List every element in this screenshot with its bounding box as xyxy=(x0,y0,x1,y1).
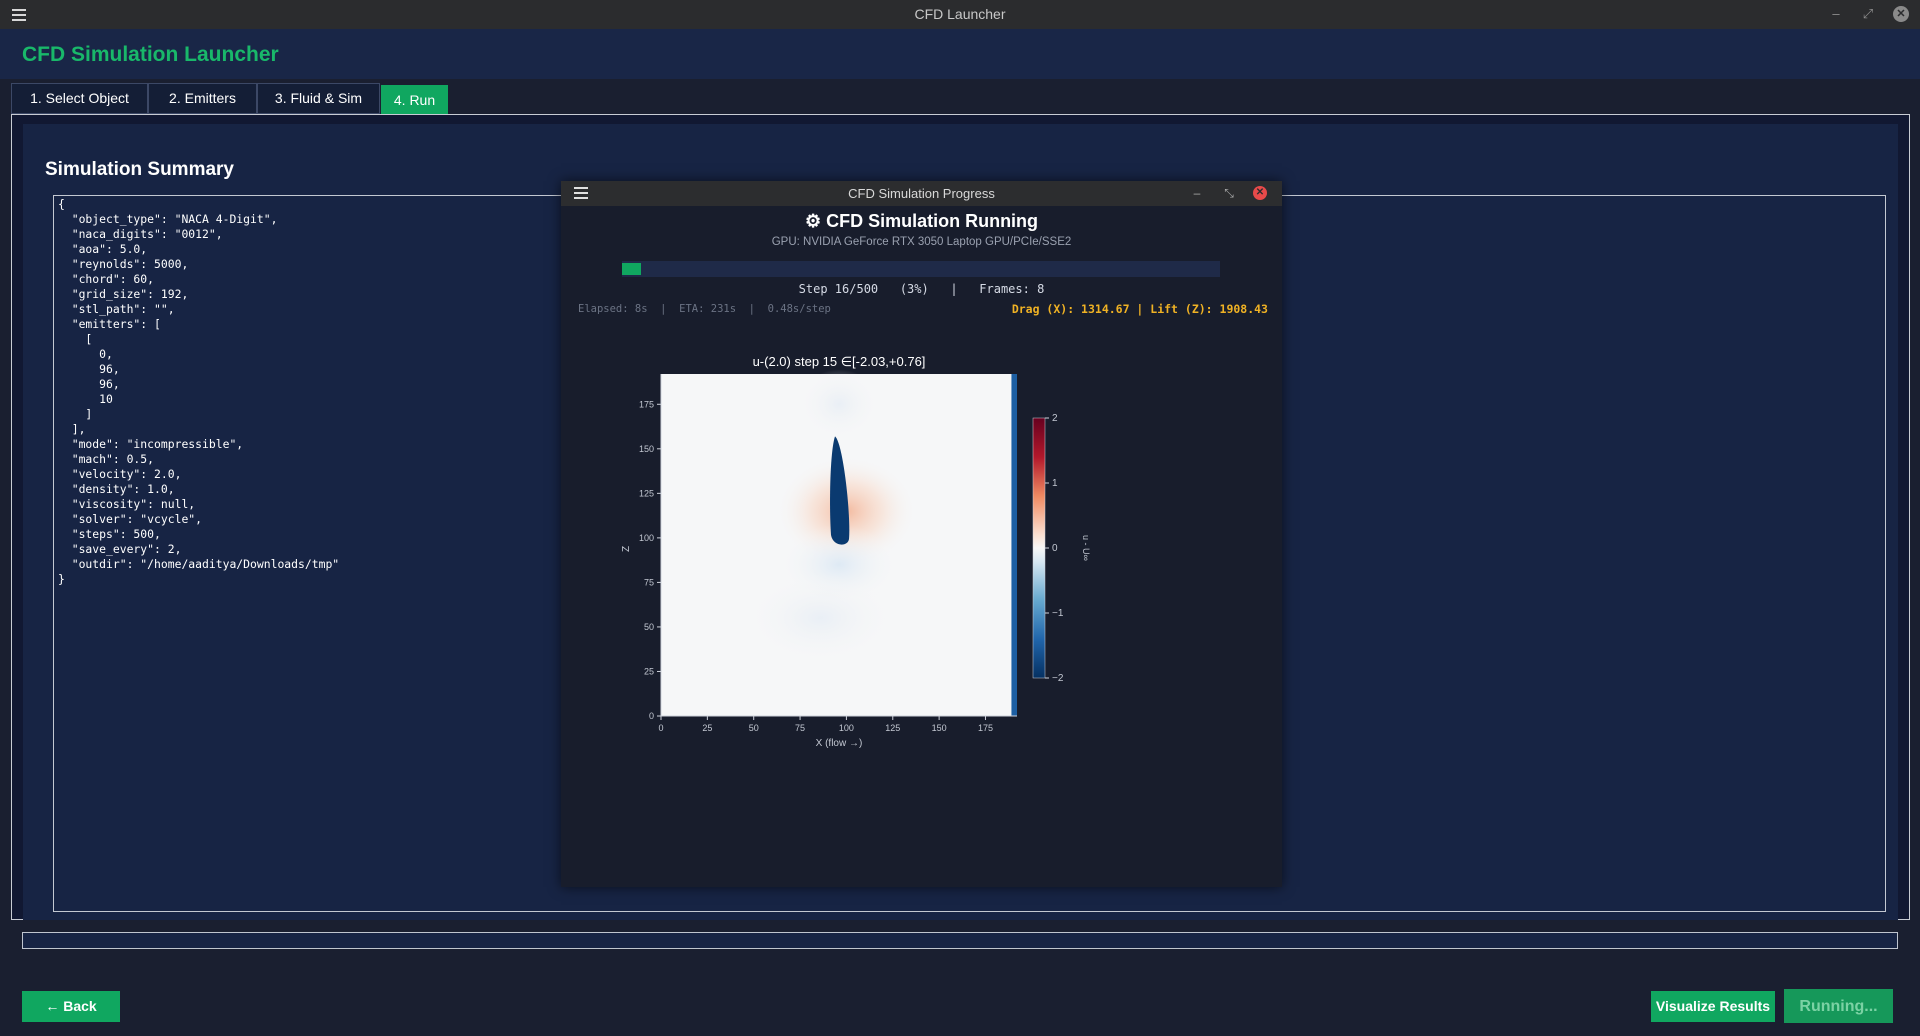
app-title: CFD Simulation Launcher xyxy=(22,43,279,66)
y-tick-label: 0 xyxy=(649,711,654,721)
tab-run[interactable]: 4. Run xyxy=(381,85,448,115)
x-tick-label: 75 xyxy=(795,723,805,733)
overall-progress-bar xyxy=(22,932,1898,949)
minimize-icon[interactable]: – xyxy=(1190,186,1204,200)
x-tick-label: 0 xyxy=(658,723,663,733)
y-tick-label: 125 xyxy=(639,488,654,498)
tab-emitters[interactable]: 2. Emitters xyxy=(148,83,257,114)
timing-stats: Elapsed: 8s | ETA: 231s | 0.48s/step xyxy=(578,303,831,315)
x-tick-label: 100 xyxy=(839,723,854,733)
upper-disturbance-region xyxy=(799,369,879,440)
dialog-title: CFD Simulation Progress xyxy=(848,186,995,201)
velocity-field-plot: u-(2.0) step 15 ∈[-2.03,+0.76]0 25 50 75 100… xyxy=(621,354,1091,749)
summary-json-text: { "object_type": "NACA 4-Digit", "naca_d… xyxy=(58,197,340,586)
restore-icon[interactable]: ⤡ xyxy=(1222,186,1236,200)
colorbar-tick-label: 1 xyxy=(1052,478,1058,489)
colorbar xyxy=(1032,417,1046,679)
x-axis-label: X (flow →) xyxy=(816,738,863,749)
close-icon[interactable]: ✕ xyxy=(1253,186,1267,200)
app-root: CFD Launcher – ⤢ ✕ CFD Simulation Launch… xyxy=(0,0,1920,1036)
y-tick-label: 50 xyxy=(644,622,654,632)
tab-fluid-sim[interactable]: 3. Fluid & Sim xyxy=(257,83,380,114)
window-title-bar: CFD Launcher – ⤢ ✕ xyxy=(0,0,1920,29)
right-boundary-column xyxy=(1011,374,1017,716)
step-progress-fill xyxy=(622,263,641,275)
step-progress-bar xyxy=(622,261,1220,277)
gpu-label: GPU: NVIDIA GeForce RTX 3050 Laptop GPU/… xyxy=(771,236,1072,248)
colorbar-label: u - U∞ xyxy=(1081,535,1091,561)
running-button[interactable]: Running... xyxy=(1784,989,1893,1023)
app-header: CFD Simulation Launcher xyxy=(0,29,1920,79)
window-title: CFD Launcher xyxy=(914,6,1006,22)
colorbar-tick-label: −1 xyxy=(1052,608,1064,619)
x-tick-label: 50 xyxy=(749,723,759,733)
x-tick-label: 175 xyxy=(978,723,993,733)
x-tick-label: 125 xyxy=(885,723,900,733)
x-tick-label: 150 xyxy=(932,723,947,733)
close-icon[interactable]: ✕ xyxy=(1893,6,1909,22)
colorbar-tick-label: 2 xyxy=(1052,413,1058,424)
wake-faint-region xyxy=(745,573,896,664)
y-tick-label: 75 xyxy=(644,577,654,587)
y-tick-label: 175 xyxy=(639,399,654,409)
colorbar-tick-label: −2 xyxy=(1052,673,1064,684)
y-tick-label: 150 xyxy=(639,444,654,454)
step-counter: Step 16/500 (3%) | Frames: 8 xyxy=(798,282,1045,296)
plot-title: u-(2.0) step 15 ∈[-2.03,+0.76] xyxy=(753,354,926,369)
maximize-icon[interactable]: ⤢ xyxy=(1860,6,1876,22)
visualize-results-button[interactable]: Visualize Results xyxy=(1651,991,1775,1022)
dialog-title-bar: CFD Simulation Progress – ⤡ ✕ xyxy=(561,181,1282,206)
summary-title: Simulation Summary xyxy=(45,159,234,180)
force-readout: Drag (X): 1314.67 | Lift (Z): 1908.43 xyxy=(1011,302,1268,316)
tab-select-object[interactable]: 1. Select Object xyxy=(11,83,148,114)
run-heading: ⚙ CFD Simulation Running xyxy=(804,211,1039,231)
colorbar-tick-label: 0 xyxy=(1052,543,1058,554)
progress-dialog: CFD Simulation Progress – ⤡ ✕ ⚙ CFD Simu… xyxy=(561,181,1282,887)
x-tick-label: 25 xyxy=(702,723,712,733)
minimize-icon[interactable]: – xyxy=(1828,6,1844,22)
y-tick-label: 25 xyxy=(644,666,654,676)
back-button[interactable]: ← Back xyxy=(22,991,120,1022)
y-axis-label: Z xyxy=(621,546,632,552)
y-tick-label: 100 xyxy=(639,533,654,543)
